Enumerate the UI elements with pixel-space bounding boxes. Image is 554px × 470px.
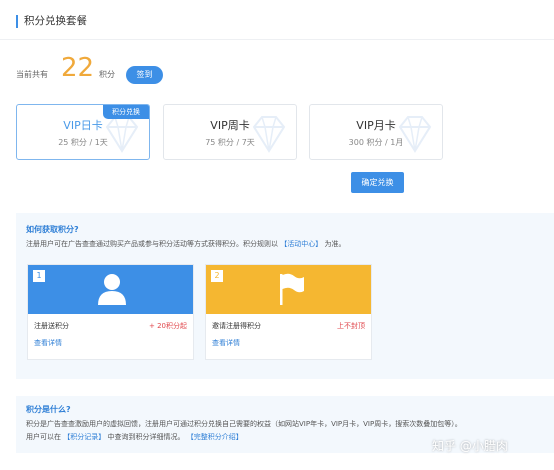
package-card-week[interactable]: VIP周卡 75 积分 / 7天	[163, 104, 297, 160]
package-card-month[interactable]: VIP月卡 300 积分 / 1月	[309, 104, 443, 160]
task-number: 2	[211, 270, 223, 282]
how-to-earn-title: 如何获取积分?	[26, 225, 79, 234]
package-price: 75 积分 / 7天	[205, 138, 255, 147]
full-points-intro-link[interactable]: 【完整积分介绍】	[187, 433, 243, 441]
what-text-line1: 积分是广告查查激励用户的虚拟回馈，注册用户可通过积分兑换自己需要的权益（如网站V…	[26, 420, 462, 428]
page-title: 积分兑换套餐	[24, 15, 87, 27]
confirm-exchange-button[interactable]: 确定兑换	[351, 172, 404, 193]
points-unit: 积分	[99, 70, 115, 79]
points-record-link[interactable]: 【积分记录】	[63, 433, 105, 441]
header-accent-bar	[16, 15, 18, 28]
task-detail-link[interactable]: 查看详情	[34, 338, 62, 348]
package-title: VIP日卡	[63, 119, 103, 132]
how-text-after: 为准。	[324, 240, 346, 248]
task-card-register: 1 注册送积分 + 20积分起 查看详情	[27, 264, 194, 360]
task-detail-link[interactable]: 查看详情	[212, 338, 240, 348]
task-card-banner: 1	[28, 265, 193, 314]
task-name: 注册送积分	[34, 322, 69, 330]
what-line2-before: 用户可以在	[26, 433, 61, 441]
activity-center-link[interactable]: 【活动中心】	[280, 240, 322, 248]
balance-label: 当前共有	[16, 70, 48, 79]
package-price: 25 积分 / 1天	[58, 138, 108, 147]
watermark: 知乎 @小腊肉	[432, 439, 508, 453]
signin-button[interactable]: 签到	[126, 66, 163, 84]
points-count: 22	[61, 53, 95, 83]
how-text-before: 注册用户可在广告查查通过购买产品或参与积分活动等方式获得积分。积分规则以	[26, 240, 278, 248]
package-title: VIP周卡	[210, 119, 250, 132]
task-reward: + 20积分起	[149, 322, 187, 330]
what-line2-mid: 中查询到积分详细情况。	[107, 433, 185, 441]
task-name: 邀请注册得积分	[212, 322, 261, 330]
package-title: VIP月卡	[356, 119, 396, 132]
task-number: 1	[33, 270, 45, 282]
task-reward: 上不封顶	[337, 322, 365, 330]
task-card-banner: 2	[206, 265, 371, 314]
how-to-earn-text: 注册用户可在广告查查通过购买产品或参与积分活动等方式获得积分。积分规则以 【活动…	[26, 239, 345, 249]
package-card-day[interactable]: 积分兑换 VIP日卡 25 积分 / 1天	[16, 104, 150, 160]
section-header: 积分兑换套餐	[0, 0, 554, 40]
what-title: 积分是什么?	[26, 405, 71, 414]
user-icon	[98, 274, 126, 305]
points-balance: 当前共有 22 积分 签到	[16, 52, 316, 88]
what-text-line2: 用户可以在 【积分记录】 中查询到积分详细情况。 【完整积分介绍】	[26, 432, 243, 442]
package-price: 300 积分 / 1月	[348, 138, 404, 147]
flag-icon	[280, 273, 304, 305]
task-card-invite: 2 邀请注册得积分 上不封顶 查看详情	[205, 264, 372, 360]
